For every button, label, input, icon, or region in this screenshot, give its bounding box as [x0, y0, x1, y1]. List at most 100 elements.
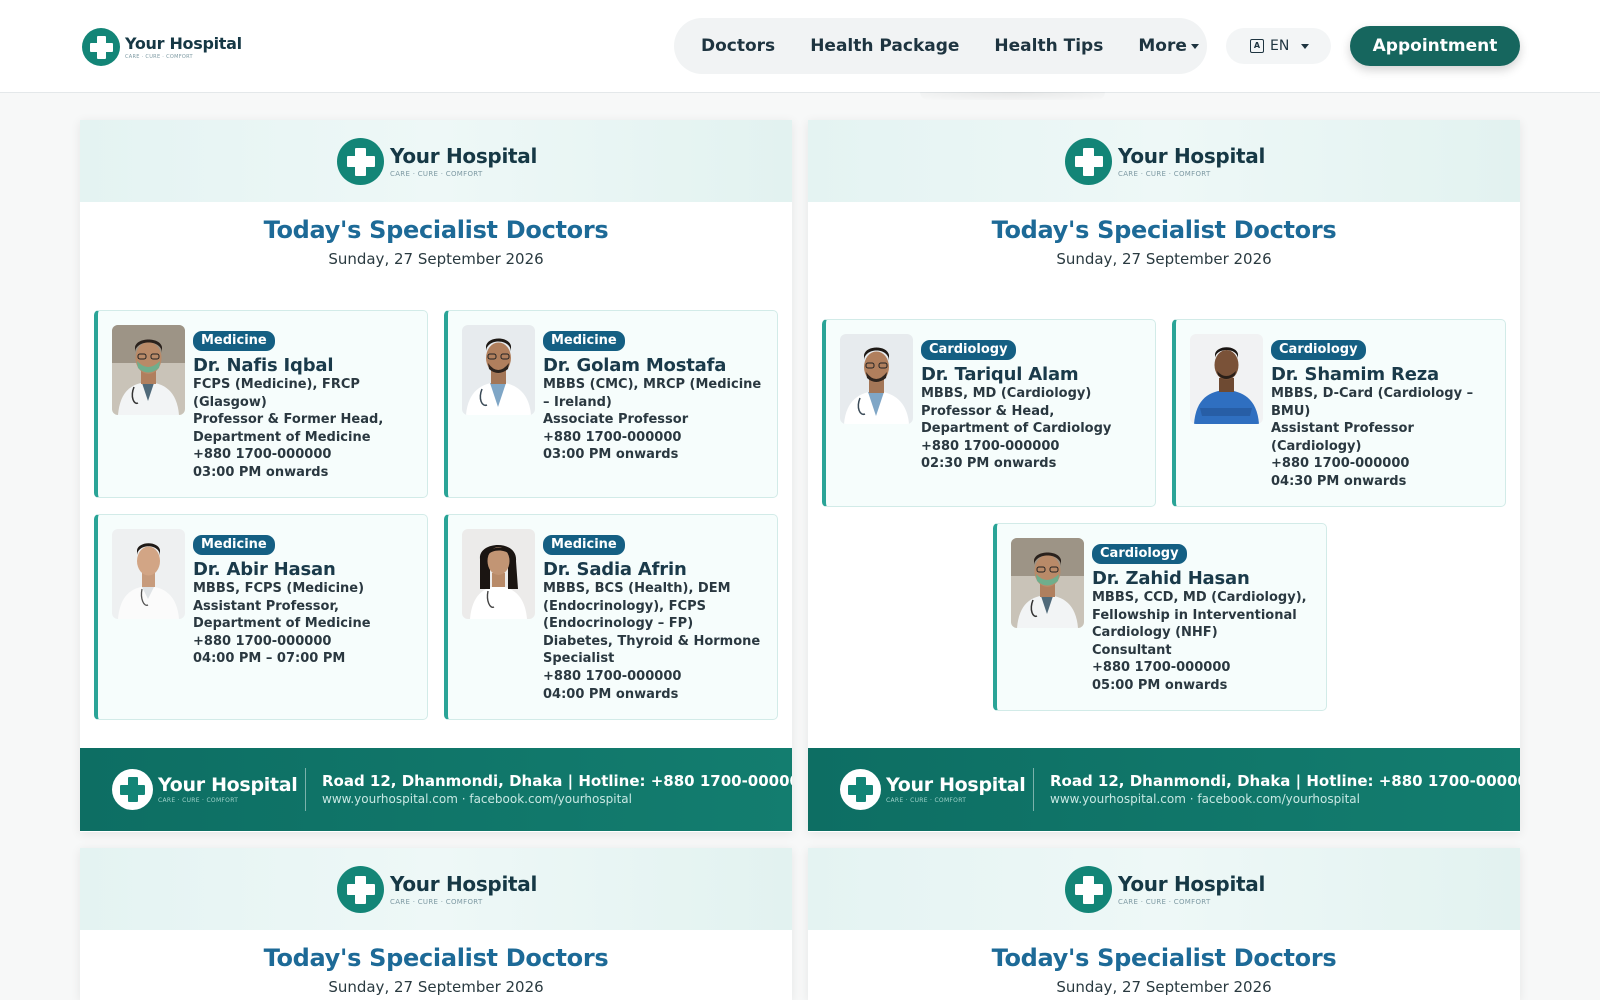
poster-medicine: Your Hospital CARE · CURE · COMFORT Toda…: [80, 120, 792, 832]
doctor-name: Dr. Golam Mostafa: [543, 355, 727, 376]
footer-logo: Your Hospital CARE · CURE · COMFORT: [840, 769, 1026, 810]
department-badge: Medicine: [193, 535, 275, 555]
hospital-cross-icon: [840, 769, 881, 810]
hospital-cross-icon: [1065, 138, 1112, 185]
poster-partial: Your Hospital CARE · CURE · COMFORT Toda…: [80, 848, 792, 1000]
department-badge: Cardiology: [1092, 544, 1187, 564]
brand-tagline: CARE · CURE · COMFORT: [390, 170, 483, 178]
brand-name: Your Hospital: [886, 774, 1026, 796]
poster-title: Today's Specialist Doctors: [991, 944, 1337, 972]
brand-tagline: CARE · CURE · COMFORT: [1118, 170, 1211, 178]
doctor-name: Dr. Zahid Hasan: [1092, 568, 1250, 589]
footer-divider: [1033, 768, 1034, 811]
department-badge: Medicine: [543, 535, 625, 555]
doctor-time: 04:00 PM onwards: [543, 686, 679, 702]
doctor-time: 02:30 PM onwards: [921, 456, 1057, 472]
footer-address: Road 12, Dhanmondi, Dhaka | Hotline: +88…: [322, 772, 792, 790]
top-navbar: Your Hospital CARE · CURE · COMFORT Doct…: [0, 0, 1600, 100]
chevron-down-icon: [1301, 43, 1310, 49]
doctor-card[interactable]: Medicine Dr. Abir Hasan MBBS, FCPS (Medi…: [94, 514, 428, 720]
footer-address: Road 12, Dhanmondi, Dhaka | Hotline: +88…: [1050, 772, 1520, 790]
nav-more-dropdown[interactable]: More: [1138, 36, 1199, 56]
poster-cardiology: Your Hospital CARE · CURE · COMFORT Toda…: [808, 120, 1520, 832]
doctor-phone: +880 1700-000000: [1092, 660, 1231, 676]
doctor-time: 04:00 PM – 07:00 PM: [193, 651, 346, 667]
doctor-detail: Professor & Former Head,: [193, 412, 384, 428]
doctor-card[interactable]: Medicine Dr. Golam Mostafa MBBS (CMC), M…: [444, 310, 778, 498]
brand-name: Your Hospital: [1118, 872, 1266, 896]
brand-tagline: CARE · CURE · COMFORT: [125, 53, 193, 60]
doctor-name: Dr. Shamim Reza: [1271, 364, 1439, 385]
doctor-detail: MBBS (CMC), MRCP (Medicine: [543, 377, 762, 392]
doctor-detail: Associate Professor: [543, 412, 689, 428]
doctor-card[interactable]: Cardiology Dr. Zahid Hasan MBBS, CCD, MD…: [993, 523, 1327, 711]
language-selector[interactable]: A EN: [1226, 28, 1331, 64]
nav-doctors[interactable]: Doctors: [701, 36, 775, 56]
doctor-detail: MBBS, BCS (Health), DEM: [543, 581, 731, 596]
department-badge: Medicine: [193, 331, 275, 351]
brand-name: Your Hospital: [125, 33, 242, 53]
department-badge: Cardiology: [1271, 340, 1366, 360]
doctor-phone: +880 1700-000000: [1271, 456, 1410, 472]
doctor-detail: FCPS (Medicine), FRCP: [193, 377, 360, 392]
doctor-photo: [112, 529, 185, 619]
doctor-phone: +880 1700-000000: [193, 447, 332, 463]
nav-health-tips[interactable]: Health Tips: [994, 36, 1103, 56]
doctor-detail: – Ireland): [543, 394, 612, 410]
doctor-detail: Cardiology (NHF): [1092, 625, 1218, 641]
footer-links: www.yourhospital.com · facebook.com/your…: [1050, 792, 1360, 806]
main-nav: Doctors Health Package Health Tips More: [674, 18, 1207, 74]
doctor-time: 03:00 PM onwards: [193, 464, 329, 480]
doctor-detail: Assistant Professor,: [193, 598, 339, 614]
poster-logo: Your Hospital CARE · CURE · COMFORT: [1065, 866, 1265, 913]
doctor-card[interactable]: Cardiology Dr. Tariqul Alam MBBS, MD (Ca…: [822, 319, 1156, 507]
hospital-cross-icon: [337, 138, 384, 185]
doctor-detail: MBBS, MD (Cardiology): [921, 386, 1092, 401]
nav-health-package[interactable]: Health Package: [810, 36, 959, 56]
doctor-card[interactable]: Medicine Dr. Sadia Afrin MBBS, BCS (Heal…: [444, 514, 778, 720]
doctor-detail: (Endocrinology – FP): [543, 616, 694, 632]
poster-header: Your Hospital CARE · CURE · COMFORT: [80, 848, 792, 930]
department-badge: Cardiology: [921, 340, 1016, 360]
poster-footer: Your Hospital CARE · CURE · COMFORT Road…: [808, 748, 1520, 831]
doctor-detail: MBBS, CCD, MD (Cardiology),: [1092, 590, 1307, 605]
poster-logo: Your Hospital CARE · CURE · COMFORT: [337, 138, 537, 185]
language-code: EN: [1270, 38, 1290, 54]
doctor-detail: (Glasgow): [193, 394, 267, 410]
poster-title: Today's Specialist Doctors: [263, 944, 609, 972]
chevron-down-icon: [1190, 43, 1199, 49]
brand-name: Your Hospital: [1118, 144, 1266, 168]
hospital-cross-icon: [337, 866, 384, 913]
doctor-name: Dr. Nafis Iqbal: [193, 355, 334, 376]
site-logo[interactable]: Your Hospital CARE · CURE · COMFORT: [82, 28, 242, 66]
appointment-button[interactable]: Appointment: [1350, 26, 1520, 66]
footer-logo: Your Hospital CARE · CURE · COMFORT: [112, 769, 298, 810]
nav-more-label: More: [1138, 36, 1187, 56]
poster-logo: Your Hospital CARE · CURE · COMFORT: [1065, 138, 1265, 185]
poster-header: Your Hospital CARE · CURE · COMFORT: [80, 120, 792, 202]
doctor-photo: [462, 529, 535, 619]
brand-tagline: CARE · CURE · COMFORT: [886, 797, 967, 804]
poster-date: Sunday, 27 September 2026: [1056, 250, 1272, 268]
doctor-detail: Department of Medicine: [193, 616, 371, 632]
doctor-name: Dr. Abir Hasan: [193, 559, 336, 580]
doctor-card[interactable]: Cardiology Dr. Shamim Reza MBBS, D-Card …: [1172, 319, 1506, 507]
poster-date: Sunday, 27 September 2026: [1056, 978, 1272, 996]
doctor-time: 04:30 PM onwards: [1271, 473, 1407, 489]
brand-name: Your Hospital: [390, 144, 538, 168]
brand-name: Your Hospital: [158, 774, 298, 796]
doctor-time: 03:00 PM onwards: [543, 447, 679, 463]
doctor-phone: +880 1700-000000: [543, 429, 682, 445]
doctor-detail: (Cardiology): [1271, 438, 1362, 454]
brand-tagline: CARE · CURE · COMFORT: [1118, 898, 1211, 906]
brand-tagline: CARE · CURE · COMFORT: [158, 797, 239, 804]
doctor-card[interactable]: Medicine Dr. Nafis Iqbal FCPS (Medicine)…: [94, 310, 428, 498]
doctor-detail: Specialist: [543, 651, 615, 667]
poster-date: Sunday, 27 September 2026: [328, 978, 544, 996]
poster-title: Today's Specialist Doctors: [263, 216, 609, 244]
doctor-detail: MBBS, D-Card (Cardiology –: [1271, 386, 1474, 401]
nav-shadow: [920, 92, 1105, 100]
doctor-photo: [462, 325, 535, 415]
poster-footer: Your Hospital CARE · CURE · COMFORT Road…: [80, 748, 792, 831]
doctor-phone: +880 1700-000000: [921, 438, 1060, 454]
